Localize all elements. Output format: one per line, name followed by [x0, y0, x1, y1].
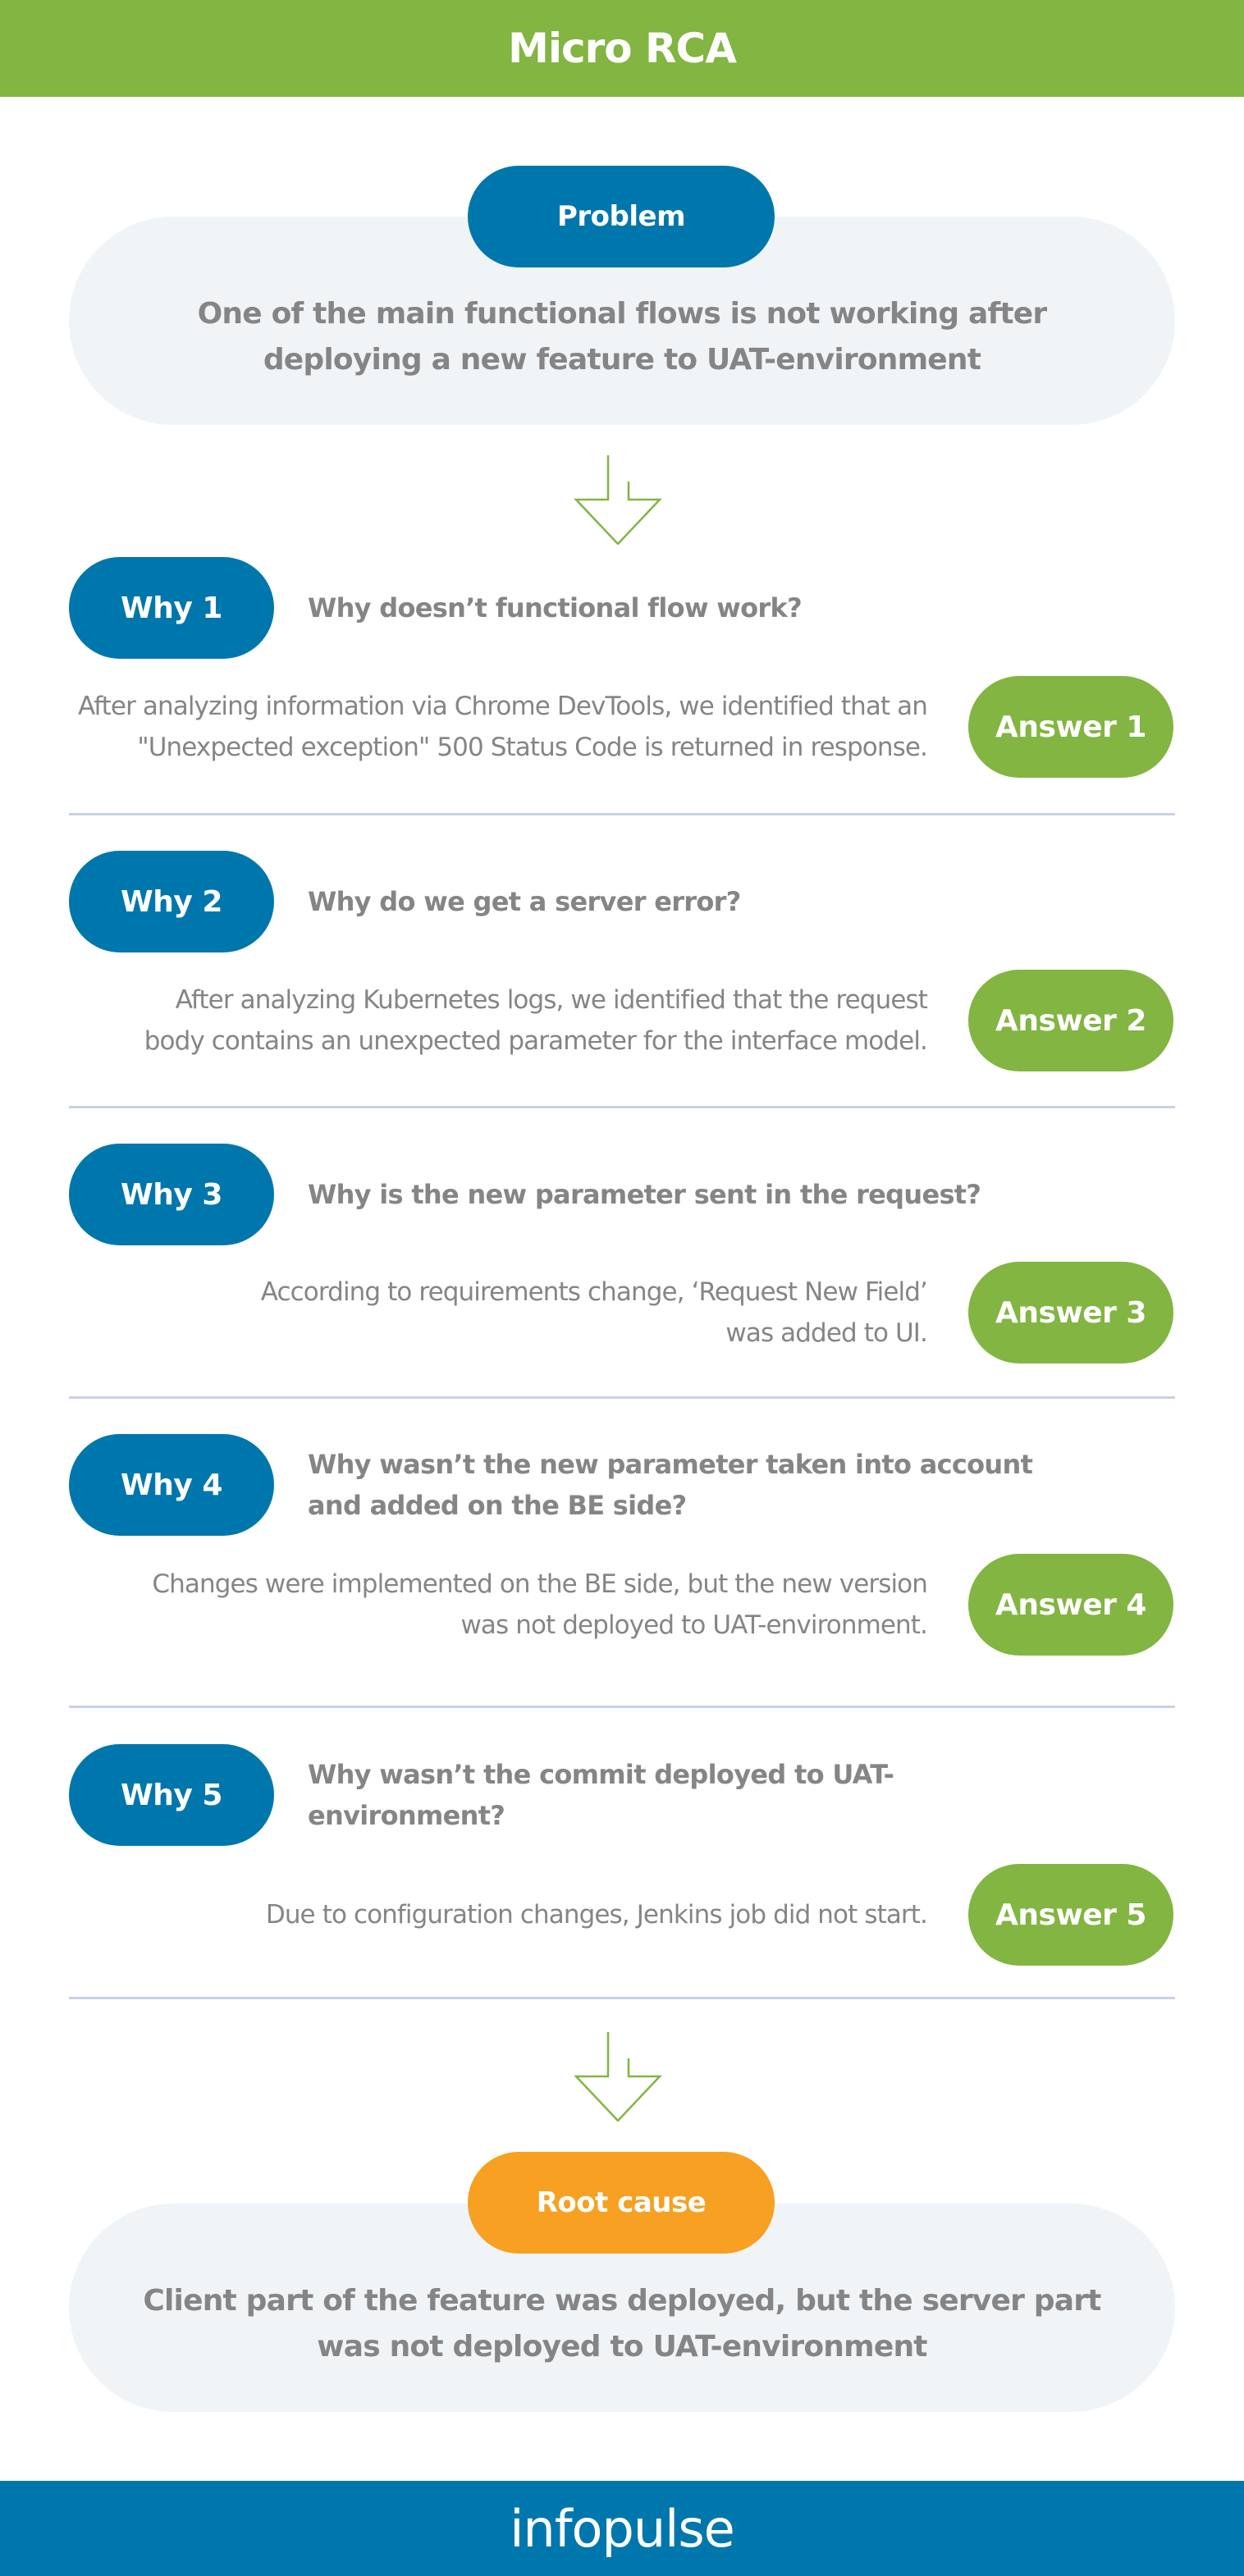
- why-1-question: Why doesn’t functional flow work?: [308, 557, 1046, 659]
- why-4-badge: Why 4: [69, 1434, 274, 1536]
- answer-1-line-2: "Unexpected exception" 500 Status Code i…: [137, 733, 927, 762]
- why-2-question-line-1: Why do we get a server error?: [308, 886, 741, 917]
- answer-4-line-1: Changes were implemented on the BE side,…: [152, 1569, 928, 1599]
- footer-banner: infopulse: [0, 2481, 1244, 2576]
- problem-label: Problem: [556, 200, 686, 233]
- answer-3-badge: Answer 3: [968, 1262, 1173, 1363]
- divider: [69, 1997, 1175, 1999]
- root-cause-text-line-2: was not deployed to UAT-environment: [317, 2330, 927, 2364]
- answer-3-line-2: was added to UI.: [725, 1318, 927, 1348]
- answer-3-text: According to requirements change, ‘Reque…: [49, 1262, 928, 1363]
- answer-3-label: Answer 3: [995, 1295, 1146, 1330]
- answer-5-label: Answer 5: [995, 1898, 1146, 1932]
- page-title: Micro RCA: [508, 25, 737, 72]
- why-3-label: Why 3: [121, 1177, 222, 1212]
- answer-1-badge: Answer 1: [968, 676, 1173, 778]
- arrow-down-outline-icon: [574, 2032, 662, 2122]
- answer-5-text: Due to configuration changes, Jenkins jo…: [49, 1864, 928, 1966]
- root-cause-label: Root cause: [536, 2186, 707, 2219]
- brand-logo: infopulse: [510, 2498, 735, 2559]
- why-5-question-line-1: Why wasn’t the commit deployed to UAT-en…: [308, 1759, 894, 1831]
- why-4-question-line-2: and added on the BE side?: [308, 1490, 687, 1521]
- why-2-label: Why 2: [121, 884, 222, 919]
- why-2-badge: Why 2: [69, 851, 274, 952]
- answer-2-badge: Answer 2: [968, 970, 1173, 1071]
- answer-4-text: Changes were implemented on the BE side,…: [49, 1554, 928, 1656]
- answer-5-line-1: Due to configuration changes, Jenkins jo…: [265, 1900, 928, 1930]
- problem-text: One of the main functional flows is not …: [197, 291, 1048, 383]
- root-cause-badge: Root cause: [468, 2152, 775, 2254]
- why-5-question: Why wasn’t the commit deployed to UAT-en…: [308, 1744, 1046, 1846]
- answer-5-badge: Answer 5: [968, 1864, 1173, 1966]
- why-5-badge: Why 5: [69, 1744, 274, 1846]
- answer-3-line-1: According to requirements change, ‘Reque…: [260, 1277, 928, 1307]
- divider: [69, 813, 1175, 815]
- why-5-label: Why 5: [121, 1778, 222, 1812]
- divider: [69, 1706, 1175, 1708]
- problem-text-line-1: One of the main functional flows is not …: [197, 297, 1048, 331]
- root-cause-text-line-1: Client part of the feature was deployed,…: [143, 2284, 1101, 2318]
- answer-2-text: After analyzing Kubernetes logs, we iden…: [49, 970, 928, 1071]
- answer-4-label: Answer 4: [995, 1587, 1146, 1622]
- problem-badge: Problem: [468, 166, 775, 267]
- root-cause-text: Client part of the feature was deployed,…: [143, 2278, 1101, 2370]
- why-3-question-line-1: Why is the new parameter sent in the req…: [308, 1179, 981, 1210]
- header-banner: Micro RCA: [0, 0, 1244, 97]
- why-1-label: Why 1: [121, 591, 222, 625]
- why-4-label: Why 4: [121, 1468, 222, 1502]
- answer-1-line-1: After analyzing information via Chrome D…: [78, 692, 928, 721]
- divider: [69, 1396, 1175, 1399]
- why-3-question: Why is the new parameter sent in the req…: [308, 1144, 1046, 1245]
- answer-2-line-2: body contains an unexpected parameter fo…: [144, 1026, 928, 1056]
- answer-1-label: Answer 1: [995, 710, 1146, 744]
- answer-1-text: After analyzing information via Chrome D…: [49, 676, 928, 778]
- problem-text-line-2: deploying a new feature to UAT-environme…: [263, 343, 981, 377]
- why-1-question-line-1: Why doesn’t functional flow work?: [308, 592, 803, 623]
- answer-4-badge: Answer 4: [968, 1554, 1173, 1656]
- arrow-down-outline-icon: [574, 455, 662, 545]
- why-3-badge: Why 3: [69, 1144, 274, 1245]
- answer-2-label: Answer 2: [995, 1003, 1146, 1038]
- why-1-badge: Why 1: [69, 557, 274, 659]
- why-4-question: Why wasn’t the new parameter taken into …: [308, 1434, 1046, 1536]
- answer-2-line-1: After analyzing Kubernetes logs, we iden…: [175, 985, 928, 1015]
- divider: [69, 1106, 1175, 1108]
- why-4-question-line-1: Why wasn’t the new parameter taken into …: [308, 1449, 1033, 1480]
- answer-4-line-2: was not deployed to UAT-environment.: [460, 1610, 927, 1640]
- why-2-question: Why do we get a server error?: [308, 851, 1046, 952]
